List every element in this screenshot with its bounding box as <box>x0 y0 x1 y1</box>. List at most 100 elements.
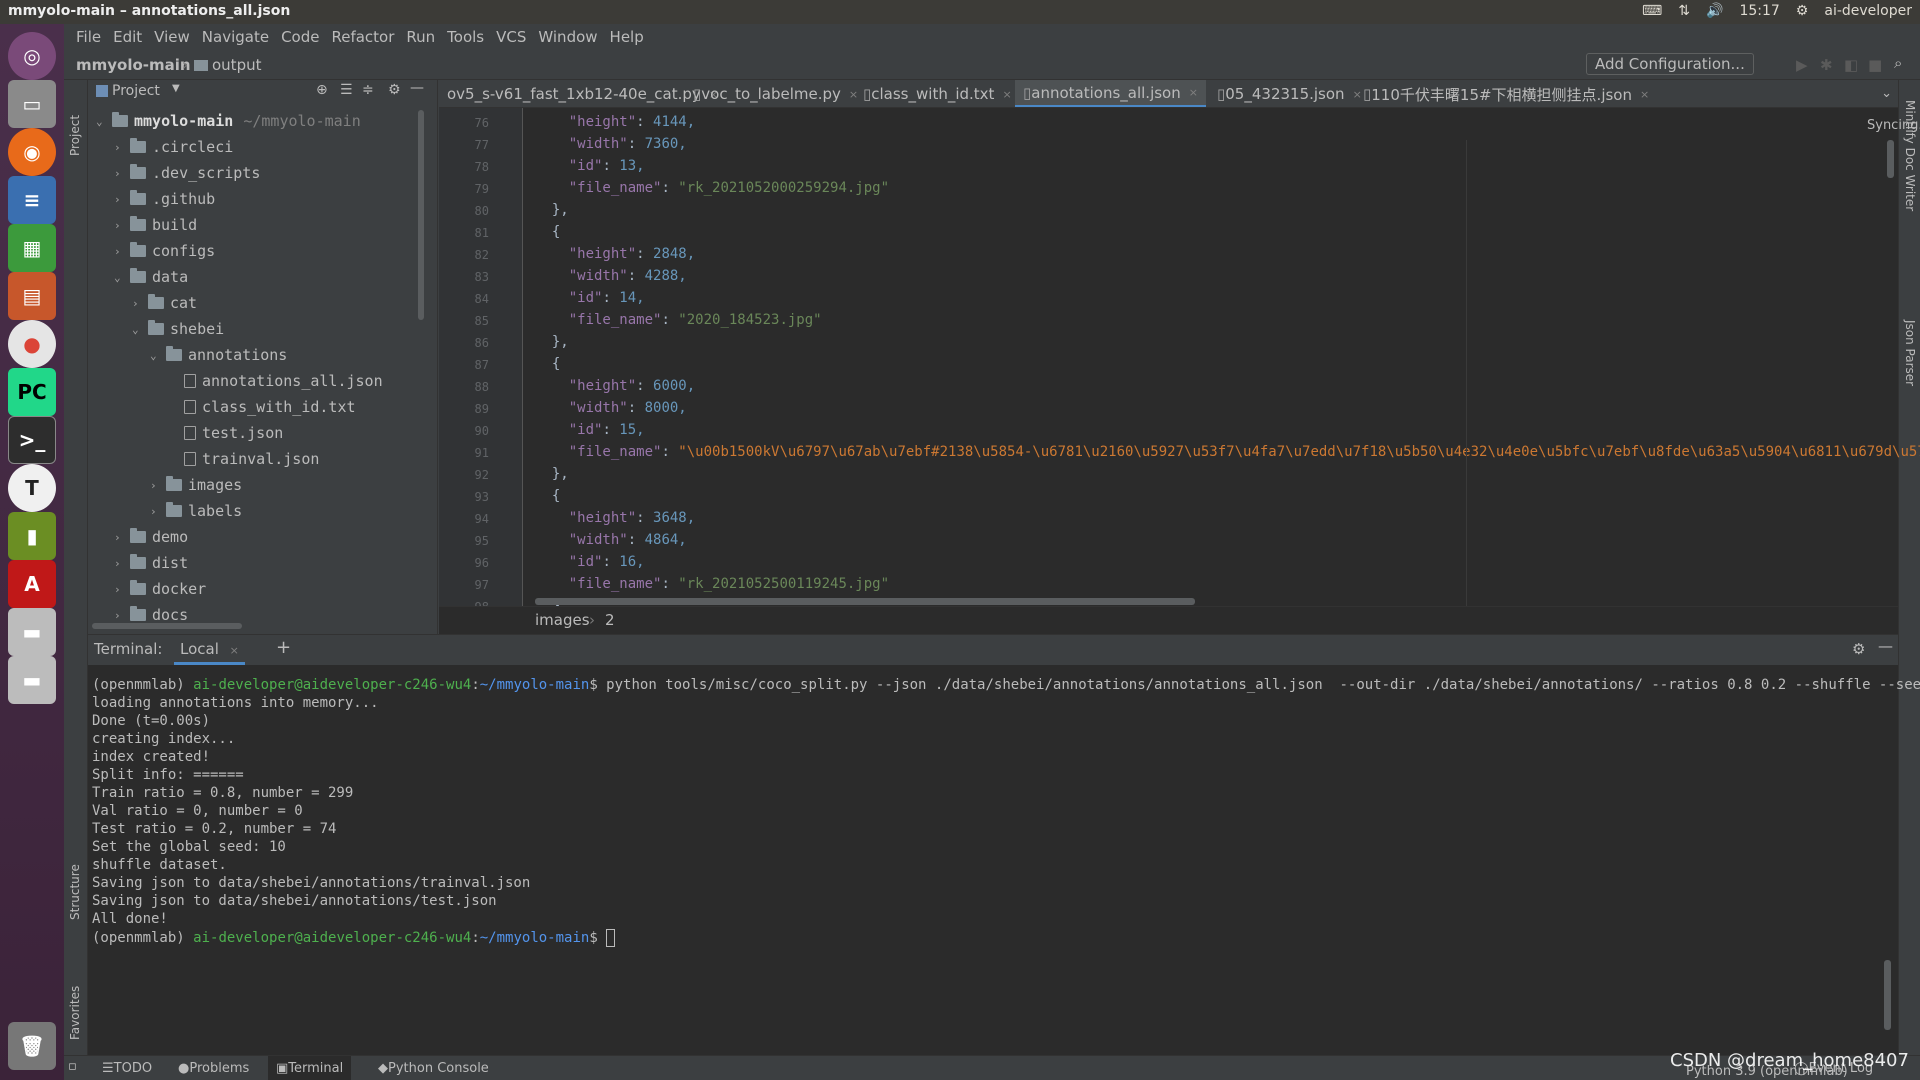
tree-file[interactable]: trainval.json <box>168 446 319 472</box>
drive-icon-2[interactable]: ▬ <box>8 656 56 704</box>
chevron-down-icon[interactable]: ⌄ <box>96 115 112 128</box>
debug-icon[interactable]: ✱ <box>1820 56 1833 74</box>
chevron-down-icon[interactable]: ▼ <box>172 83 180 94</box>
close-icon[interactable]: × <box>1640 88 1649 101</box>
problems-tab[interactable]: ● Problems <box>170 1056 257 1080</box>
tree-folder[interactable]: › labels <box>150 498 242 524</box>
menu-tools[interactable]: Tools <box>441 28 490 46</box>
mintlify-tool-tab[interactable]: Mintlify Doc Writer <box>1903 100 1917 211</box>
search-icon[interactable]: ⌕ <box>1894 54 1902 72</box>
tree-folder[interactable]: › build <box>114 212 197 238</box>
chevron-right-icon[interactable]: › <box>114 167 130 180</box>
tree-folder[interactable]: › images <box>150 472 242 498</box>
chevron-right-icon[interactable]: › <box>114 141 130 154</box>
chevron-right-icon[interactable]: › <box>114 193 130 206</box>
chevron-right-icon[interactable]: › <box>114 557 130 570</box>
chrome-icon[interactable]: ● <box>8 320 56 368</box>
tree-folder[interactable]: ⌄ mmyolo-main ~/mmyolo-main <box>96 108 361 134</box>
menu-vcs[interactable]: VCS <box>490 28 532 46</box>
run-icon[interactable]: ▶ <box>1796 56 1808 74</box>
editor-tab[interactable]: ▯ 05_432315.json × <box>1209 80 1370 107</box>
ubuntu-dash-icon[interactable]: ◎ <box>8 32 56 80</box>
close-icon[interactable]: × <box>1189 86 1198 99</box>
tree-folder[interactable]: › configs <box>114 238 215 264</box>
tree-file[interactable]: class_with_id.txt <box>168 394 356 420</box>
tree-file[interactable]: test.json <box>168 420 283 446</box>
chevron-right-icon[interactable]: › <box>114 609 130 622</box>
editor-tab[interactable]: ▯ 110千伏丰曙15#下相横担侧挂点.json × <box>1355 80 1657 107</box>
chevron-down-icon[interactable]: ⌄ <box>132 323 148 336</box>
chevron-right-icon[interactable]: › <box>114 245 130 258</box>
menu-help[interactable]: Help <box>604 28 650 46</box>
chevron-down-icon[interactable]: ⌄ <box>150 349 166 362</box>
coverage-icon[interactable]: ◧ <box>1844 56 1858 74</box>
close-icon[interactable]: × <box>1002 88 1011 101</box>
chevron-right-icon[interactable]: › <box>114 531 130 544</box>
typora-icon[interactable]: T <box>8 464 56 512</box>
trash-icon[interactable]: 🗑 <box>8 1022 56 1070</box>
editor-tab[interactable]: ▯ annotations_all.json × <box>1015 80 1206 107</box>
tree-horizontal-scrollbar[interactable] <box>92 623 242 629</box>
tabs-overflow-icon[interactable]: ⌄ <box>1881 86 1892 101</box>
chevron-right-icon[interactable]: › <box>150 479 166 492</box>
tree-folder[interactable]: › .github <box>114 186 215 212</box>
collapse-all-icon[interactable]: ≑ <box>362 82 374 98</box>
terminal-scrollbar[interactable] <box>1884 960 1891 1030</box>
firefox-icon[interactable]: ◉ <box>8 128 56 176</box>
json-breadcrumb-path[interactable]: images <box>535 611 590 629</box>
menu-view[interactable]: View <box>148 28 196 46</box>
stop-icon[interactable]: ■ <box>1868 56 1882 74</box>
hide-panel-icon[interactable]: — <box>1878 637 1893 655</box>
menu-edit[interactable]: Edit <box>107 28 148 46</box>
settings-icon[interactable]: ⚙ <box>1796 3 1809 19</box>
tree-folder[interactable]: › demo <box>114 524 188 550</box>
chevron-right-icon[interactable]: › <box>150 505 166 518</box>
editor-tab[interactable]: ▯ voc_to_labelme.py × <box>685 80 866 107</box>
tree-scrollbar[interactable] <box>418 110 424 320</box>
terminal-tab-local[interactable]: Local × <box>174 635 245 665</box>
tree-file[interactable]: annotations_all.json <box>168 368 383 394</box>
volume-icon[interactable]: 🔊 <box>1706 3 1723 19</box>
acrobat-icon[interactable]: A <box>8 560 56 608</box>
json-breadcrumb-index[interactable]: 2 <box>605 611 615 629</box>
add-configuration-button[interactable]: Add Configuration... <box>1586 53 1754 75</box>
tree-folder[interactable]: › docker <box>114 576 206 602</box>
calc-icon[interactable]: ▦ <box>8 224 56 272</box>
favorites-tool-tab[interactable]: Favorites <box>68 960 82 1040</box>
python-console-tab[interactable]: ◆ Python Console <box>370 1056 497 1080</box>
editor-tab[interactable]: ov5_s-v61_fast_1xb12-40e_cat.py × <box>439 80 726 107</box>
terminal-icon[interactable]: >_ <box>8 416 56 464</box>
menu-navigate[interactable]: Navigate <box>196 28 275 46</box>
menu-file[interactable]: File <box>70 28 107 46</box>
todo-tab[interactable]: ☰ TODO <box>94 1056 160 1080</box>
chevron-right-icon[interactable]: › <box>132 297 148 310</box>
network-icon[interactable]: ⇅ <box>1678 3 1690 19</box>
tree-folder[interactable]: ⌄ shebei <box>132 316 224 342</box>
expand-all-icon[interactable]: ☰ <box>340 82 353 98</box>
close-icon[interactable]: × <box>230 644 239 657</box>
new-terminal-icon[interactable]: + <box>276 637 291 658</box>
terminal-final-prompt[interactable]: (openmmlab) ai-developer@aideveloper-c24… <box>92 929 616 947</box>
tree-folder[interactable]: › dist <box>114 550 188 576</box>
chevron-right-icon[interactable]: › <box>114 583 130 596</box>
clock[interactable]: 15:17 <box>1739 3 1779 19</box>
editor-horizontal-scrollbar[interactable] <box>535 598 1195 605</box>
files-icon[interactable]: ▭ <box>8 80 56 128</box>
tree-folder[interactable]: › .circleci <box>114 134 233 160</box>
terminal-tab[interactable]: ▣ Terminal <box>268 1056 352 1080</box>
json-parser-tool-tab[interactable]: Json Parser <box>1903 320 1917 386</box>
menu-run[interactable]: Run <box>400 28 441 46</box>
tree-folder[interactable]: › .dev_scripts <box>114 160 260 186</box>
editor-tab[interactable]: ▯ class_with_id.txt × <box>855 80 1020 107</box>
books-icon[interactable]: ▮ <box>8 512 56 560</box>
chevron-down-icon[interactable]: ⌄ <box>114 271 130 284</box>
writer-icon[interactable]: ≡ <box>8 176 56 224</box>
project-panel-title[interactable]: Project <box>112 83 160 99</box>
menu-code[interactable]: Code <box>275 28 325 46</box>
gear-icon[interactable]: ⚙ <box>1852 640 1865 658</box>
tree-folder[interactable]: › cat <box>132 290 197 316</box>
gear-icon[interactable]: ⚙ <box>388 82 401 98</box>
locate-icon[interactable]: ⊕ <box>316 82 328 98</box>
editor-vertical-scrollbar[interactable] <box>1887 140 1894 178</box>
breadcrumb-root[interactable]: mmyolo-main <box>76 56 191 74</box>
